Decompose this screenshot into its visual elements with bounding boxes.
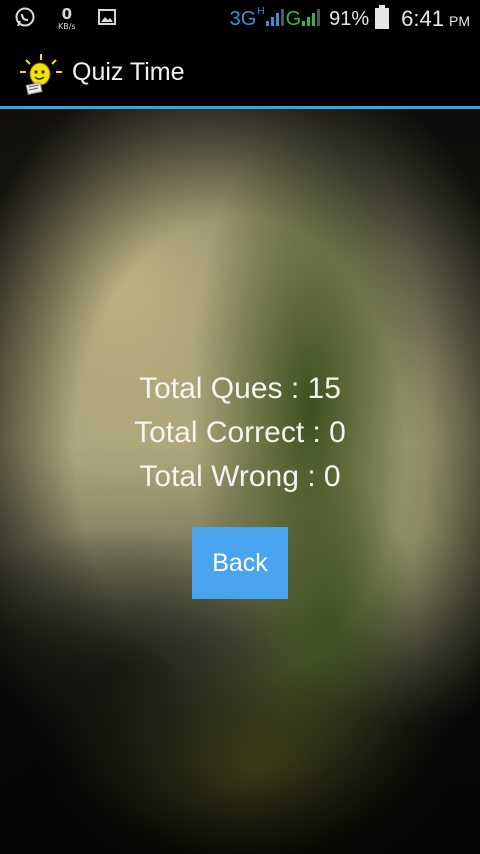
result-content: Total Ques : 15 Total Correct : 0 Total … <box>0 109 480 854</box>
app-title: Quiz Time <box>72 58 185 86</box>
whatsapp-icon <box>14 6 36 32</box>
signal-icon-secondary <box>301 7 321 31</box>
network-speed-unit: KB/s <box>58 22 76 31</box>
result-stats: Total Ques : 15 Total Correct : 0 Total … <box>0 367 480 499</box>
clock-time: 6:41 <box>401 6 444 31</box>
battery-icon <box>375 5 390 33</box>
status-bar: 0 KB/s 3G H G 91% 6:41 PM <box>0 0 480 38</box>
back-button[interactable]: Back <box>192 527 288 599</box>
battery-percent: 91% <box>329 7 370 30</box>
network-type-3g: 3G <box>229 7 257 30</box>
action-bar: Quiz Time <box>0 38 480 106</box>
total-wrong-text: Total Wrong : 0 <box>139 460 341 493</box>
total-correct-text: Total Correct : 0 <box>134 416 346 449</box>
system-indicators: 3G H G 91% 6:41 PM <box>230 4 470 34</box>
quiz-result-screen: 0 KB/s 3G H G 91% 6:41 PM Quiz Time Tota… <box>0 0 480 854</box>
network-speed-value: 0 <box>61 5 73 23</box>
network-type-h: H <box>257 5 265 17</box>
image-notification-icon <box>97 9 116 29</box>
lightbulb-icon <box>18 52 64 98</box>
network-speed-indicator: 0 KB/s <box>58 7 76 31</box>
clock-ampm: PM <box>449 13 470 29</box>
network-type-g: G <box>285 7 302 30</box>
total-questions-text: Total Ques : 15 <box>139 372 341 405</box>
signal-icon <box>265 7 285 31</box>
notification-area: 0 KB/s <box>14 6 138 32</box>
